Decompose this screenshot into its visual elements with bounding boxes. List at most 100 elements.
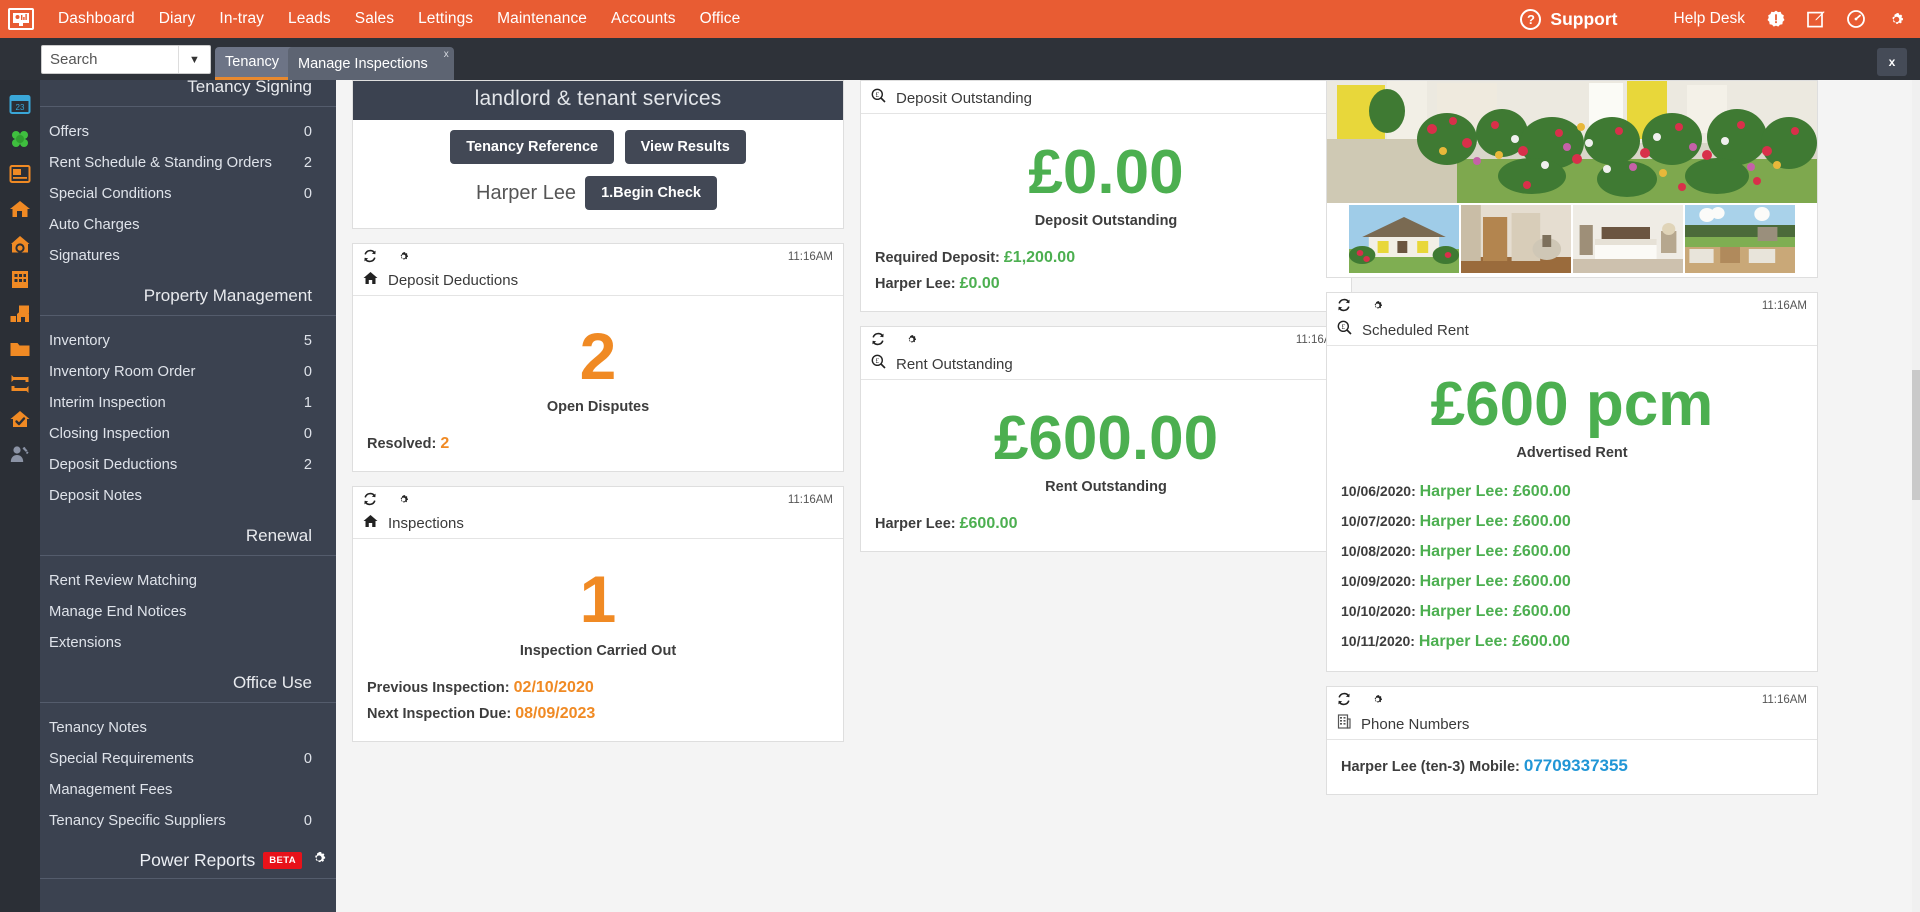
property-card-icon[interactable] [0, 156, 40, 191]
magnifier-pound-icon: £ [1337, 320, 1352, 340]
hallway-interior-photo[interactable] [1461, 205, 1571, 273]
support-button[interactable]: ? Support [1520, 8, 1618, 30]
calendar-icon[interactable]: 23 [0, 86, 40, 121]
garden-patio-photo[interactable] [1685, 205, 1795, 273]
gear-icon[interactable] [397, 250, 410, 268]
tab-tenancy-label: Tenancy [225, 54, 280, 70]
tab-manage-inspections[interactable]: Manage Inspections x [288, 47, 454, 80]
sidebar-item-manage-end-notices[interactable]: Manage End Notices [40, 596, 336, 627]
sidebar-item-count: 0 [303, 812, 312, 829]
office-building-icon[interactable] [0, 261, 40, 296]
nav-item-office[interactable]: Office [688, 10, 753, 28]
folder-icon[interactable] [0, 331, 40, 366]
help-desk-link[interactable]: Help Desk [1674, 10, 1746, 28]
swap-arrows-icon[interactable] [0, 366, 40, 401]
begin-check-button[interactable]: 1.Begin Check [585, 176, 717, 210]
sidebar-item-special-conditions[interactable]: Special Conditions 0 [40, 178, 336, 209]
view-results-button[interactable]: View Results [624, 130, 746, 164]
sidebar-item-closing-inspection[interactable]: Closing Inspection 0 [40, 418, 336, 449]
required-deposit-stat: Required Deposit: £1,200.00 [875, 245, 1337, 271]
sidebar-item-tenancy-notes[interactable]: Tenancy Notes [40, 712, 336, 743]
alert-badge-icon[interactable] [1767, 10, 1785, 28]
refresh-icon[interactable] [1337, 298, 1351, 317]
nav-item-in-tray[interactable]: In-tray [207, 10, 276, 28]
dashboard-monitor-icon[interactable] [8, 8, 34, 30]
gear-icon[interactable] [310, 849, 328, 872]
edit-pencil-icon[interactable] [1807, 10, 1825, 28]
card-title: Scheduled Rent [1362, 321, 1469, 339]
sidebar-item-label: Tenancy Notes [49, 719, 147, 736]
sidebar-item-tenancy-specific-suppliers[interactable]: Tenancy Specific Suppliers 0 [40, 805, 336, 836]
refresh-icon[interactable] [1337, 692, 1351, 711]
sidebar-item-label: Rent Schedule & Standing Orders [49, 154, 272, 171]
vertical-scrollbar-thumb[interactable] [1912, 370, 1920, 500]
sidebar-item-count: 0 [303, 750, 312, 767]
card-title: Inspections [388, 515, 464, 533]
sidebar-section-title: Tenancy Signing [40, 80, 336, 107]
sidebar-item-inventory[interactable]: Inventory 5 [40, 325, 336, 356]
sidebar-item-signatures[interactable]: Signatures [40, 240, 336, 271]
nav-item-sales[interactable]: Sales [343, 10, 406, 28]
house-refresh-icon[interactable] [0, 226, 40, 261]
rent-date: 10/11/2020: [1341, 633, 1415, 650]
gear-icon[interactable] [1371, 299, 1384, 317]
inspections-card: 11:16AM Inspections 1 Inspection Carried… [352, 486, 844, 742]
sidebar-item-management-fees[interactable]: Management Fees [40, 774, 336, 805]
gear-icon[interactable] [397, 493, 410, 511]
tenant-name: Harper Lee [476, 181, 577, 204]
house-icon[interactable] [0, 191, 40, 226]
sidebar-item-rent-review-matching[interactable]: Rent Review Matching [40, 565, 336, 596]
sidebar-item-label: Inventory [49, 332, 110, 349]
sidebar-item-label: Offers [49, 123, 90, 140]
card-header: 11:16AM £ Scheduled Rent [1327, 293, 1817, 346]
nav-item-diary[interactable]: Diary [147, 10, 208, 28]
sidebar-item-special-requirements[interactable]: Special Requirements 0 [40, 743, 336, 774]
magnifier-pound-icon: £ [871, 354, 886, 374]
bedroom-interior-photo[interactable] [1573, 205, 1683, 273]
inspection-count-value: 1 [579, 562, 617, 637]
inspection-caption: Inspection Carried Out [519, 642, 677, 659]
sidebar-item-offers[interactable]: Offers 0 [40, 116, 336, 147]
gear-icon[interactable] [1887, 10, 1906, 29]
card-body: 1 Inspection Carried Out Previous Inspec… [353, 539, 843, 740]
close-icon[interactable]: x [444, 49, 449, 60]
sidebar-item-auto-charges[interactable]: Auto Charges [40, 209, 336, 240]
house-check-icon[interactable] [0, 401, 40, 436]
refresh-icon[interactable] [871, 332, 885, 351]
sidebar-item-deposit-deductions[interactable]: Deposit Deductions 2 [40, 449, 336, 480]
user-tools-icon[interactable] [0, 436, 40, 471]
sidebar-item-deposit-notes[interactable]: Deposit Notes [40, 480, 336, 511]
sidebar-item-label: Deposit Notes [49, 487, 142, 504]
tenancy-reference-button[interactable]: Tenancy Reference [450, 130, 615, 164]
card-body: Harper Lee (ten-3) Mobile: 07709337355 [1327, 740, 1817, 794]
nav-item-leads[interactable]: Leads [276, 10, 343, 28]
refresh-icon[interactable] [363, 492, 377, 511]
sidebar-item-extensions[interactable]: Extensions [40, 627, 336, 658]
deposit-deductions-card: 11:16AM Deposit Deductions 2 Open Disput… [352, 243, 844, 473]
thatched-cottage-photo[interactable] [1349, 205, 1459, 273]
gear-icon[interactable] [905, 333, 918, 351]
clover-group-icon[interactable] [0, 121, 40, 156]
gear-icon[interactable] [1371, 693, 1384, 711]
cottage-garden-flowers-photo[interactable] [1327, 81, 1817, 203]
sidebar-item-interim-inspection[interactable]: Interim Inspection 1 [40, 387, 336, 418]
sidebar-item-inventory-room-order[interactable]: Inventory Room Order 0 [40, 356, 336, 387]
power-reports-section[interactable]: Power Reports BETA [40, 845, 336, 879]
list-item: 10/08/2020: Harper Lee: £600.00 [1341, 537, 1803, 567]
sidebar-item-rent-schedule-standing-orders[interactable]: Rent Schedule & Standing Orders 2 [40, 147, 336, 178]
phone-entry-value[interactable]: 07709337355 [1524, 756, 1628, 775]
sidebar-item-count: 0 [303, 363, 312, 380]
close-panel-button[interactable]: x [1877, 48, 1907, 76]
refresh-icon[interactable] [363, 249, 377, 268]
card-title: Phone Numbers [1361, 715, 1470, 733]
search-input[interactable]: Search ▼ [41, 45, 211, 74]
nav-item-lettings[interactable]: Lettings [406, 10, 485, 28]
speedometer-icon[interactable] [1847, 10, 1865, 28]
vertical-scrollbar-track[interactable] [1912, 80, 1920, 912]
nav-item-accounts[interactable]: Accounts [599, 10, 688, 28]
nav-item-dashboard[interactable]: Dashboard [46, 10, 147, 28]
nav-item-maintenance[interactable]: Maintenance [485, 10, 599, 28]
chevron-down-icon[interactable]: ▼ [178, 46, 210, 73]
sidebar-item-label: Tenancy Specific Suppliers [49, 812, 226, 829]
house-hand-icon[interactable] [0, 296, 40, 331]
